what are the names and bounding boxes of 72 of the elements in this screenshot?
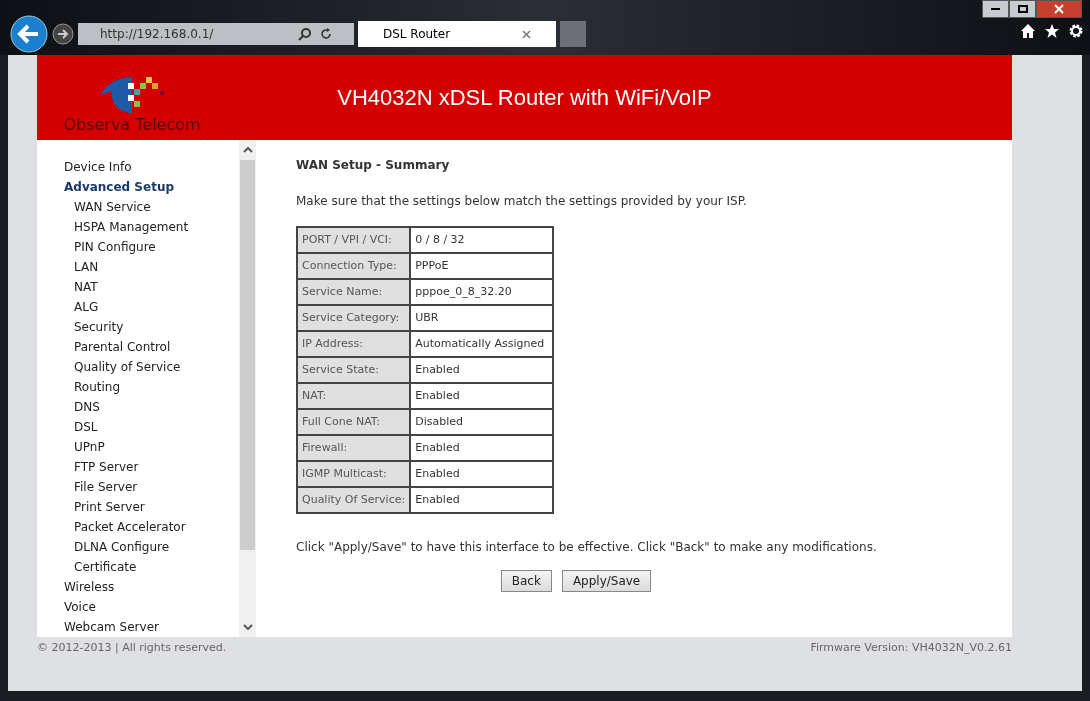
- sidebar-item[interactable]: Security: [64, 317, 239, 337]
- close-icon: [1054, 4, 1064, 14]
- field-label: IP Address:: [297, 331, 411, 357]
- logo-text: Observa Telecom: [63, 114, 201, 135]
- back-icon[interactable]: [10, 15, 48, 53]
- search-icon: [298, 27, 312, 41]
- field-value: Automatically Assigned: [410, 331, 554, 357]
- scroll-up-icon[interactable]: [242, 147, 253, 153]
- home-icon[interactable]: [1020, 23, 1036, 39]
- sidebar-item[interactable]: Webcam Server: [64, 617, 239, 637]
- field-label: IGMP Multicast:: [297, 461, 411, 487]
- field-label: Firewall:: [297, 435, 411, 461]
- forward-icon[interactable]: [52, 23, 74, 45]
- sidebar-item[interactable]: Device Info: [64, 157, 239, 177]
- field-label: Full Cone NAT:: [297, 409, 411, 435]
- sidebar-item[interactable]: Packet Accelerator: [64, 517, 239, 537]
- field-value: Enabled: [410, 461, 554, 487]
- field-label: NAT:: [297, 383, 411, 409]
- field-label: Service Name:: [297, 279, 411, 305]
- field-label: Service State:: [297, 357, 411, 383]
- field-value: PPPoE: [410, 253, 554, 279]
- field-value: pppoe_0_8_32.20: [410, 279, 554, 305]
- sidebar-item[interactable]: Advanced Setup: [64, 177, 239, 197]
- field-value: Enabled: [410, 435, 554, 461]
- sidebar-item[interactable]: DSL: [64, 417, 239, 437]
- scroll-down-icon[interactable]: [242, 624, 253, 630]
- field-value: Enabled: [410, 383, 554, 409]
- field-value: 0 / 8 / 32: [410, 227, 554, 253]
- sidebar-item[interactable]: Voice: [64, 597, 239, 617]
- sidebar-item[interactable]: File Server: [64, 477, 239, 497]
- sidebar-item[interactable]: LAN: [64, 257, 239, 277]
- sidebar-item[interactable]: Wireless: [64, 577, 239, 597]
- close-button[interactable]: [1036, 0, 1082, 18]
- address-bar[interactable]: http://192.168.0.1/: [78, 23, 354, 45]
- field-value: Disabled: [410, 409, 554, 435]
- sidebar-item[interactable]: WAN Service: [64, 197, 239, 217]
- refresh-icon: [320, 28, 332, 40]
- intro-text: Make sure that the settings below match the settings provided by your ISP.: [296, 193, 748, 210]
- settings-icon[interactable]: [1068, 23, 1084, 39]
- sidebar-item[interactable]: DLNA Configure: [64, 537, 239, 557]
- sidebar-item[interactable]: Parental Control: [64, 337, 239, 357]
- sidebar-item[interactable]: Print Server: [64, 497, 239, 517]
- field-value: Enabled: [410, 487, 554, 513]
- sidebar-item[interactable]: Quality of Service: [64, 357, 239, 377]
- star-icon[interactable]: [1044, 23, 1060, 39]
- sidebar-item[interactable]: NAT: [64, 277, 239, 297]
- minimize-button[interactable]: [982, 0, 1009, 18]
- page-title: VH4032N xDSL Router with WiFi/VoIP: [337, 85, 712, 110]
- field-value: Enabled: [410, 357, 554, 383]
- sidebar-item[interactable]: Certificate: [64, 557, 239, 577]
- field-value: UBR: [410, 305, 554, 331]
- section-title: WAN Setup - Summary: [296, 157, 451, 174]
- firmware-version: Firmware Version: VH4032N_V0.2.61: [810, 640, 1012, 656]
- field-label: Connection Type:: [297, 253, 411, 279]
- apply-save-button[interactable]: Apply/Save: [561, 570, 652, 592]
- copyright-text: © 2012-2013 | All rights reserved.: [37, 640, 227, 656]
- sidebar-item[interactable]: UPnP: [64, 437, 239, 457]
- note-text: Click "Apply/Save" to have this interface to be effective. Click "Back" to make any modifications.: [296, 539, 878, 556]
- sidebar-item[interactable]: DNS: [64, 397, 239, 417]
- sidebar-item[interactable]: Routing: [64, 377, 239, 397]
- field-label: Service Category:: [297, 305, 411, 331]
- sidebar-item[interactable]: HSPA Management: [64, 217, 239, 237]
- close-icon: [522, 29, 531, 39]
- scrollbar[interactable]: [239, 140, 256, 637]
- back-button[interactable]: Back: [500, 570, 552, 592]
- sidebar-item[interactable]: PIN Configure: [64, 237, 239, 257]
- maximize-button[interactable]: [1009, 0, 1036, 18]
- browser-tab[interactable]: DSL Router: [358, 21, 556, 47]
- sidebar-item[interactable]: ALG: [64, 297, 239, 317]
- field-label: Quality Of Service:: [297, 487, 411, 513]
- sidebar-item[interactable]: FTP Server: [64, 457, 239, 477]
- field-label: PORT / VPI / VCI:: [297, 227, 411, 253]
